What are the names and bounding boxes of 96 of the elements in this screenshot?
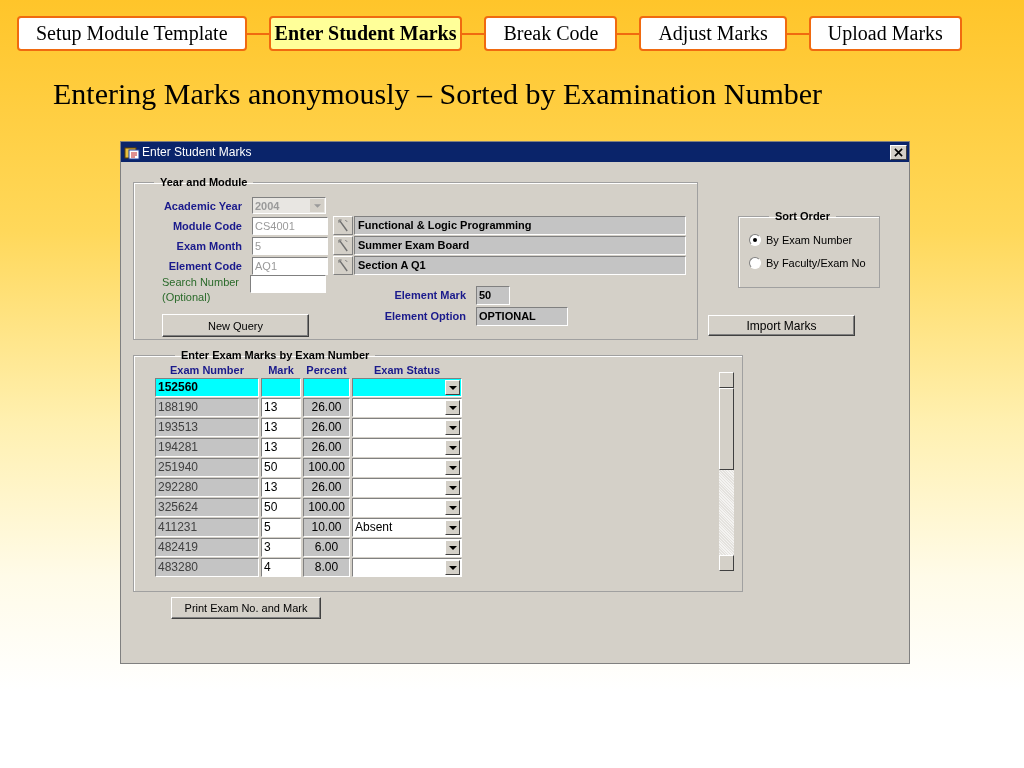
dropdown-arrow-icon	[448, 405, 457, 410]
exam-number-cell: 194281	[155, 438, 259, 457]
lookup-button[interactable]	[333, 216, 353, 235]
scrollbar[interactable]	[719, 372, 734, 571]
status-dropdown[interactable]: Absent	[352, 518, 462, 537]
percent-cell	[303, 378, 350, 397]
status-dropdown[interactable]	[352, 438, 462, 457]
dropdown-arrow-icon	[313, 203, 321, 208]
status-dropdown[interactable]	[352, 378, 462, 397]
field-label: Search Number	[162, 275, 241, 290]
field-label: Academic Year	[162, 199, 242, 212]
close-button[interactable]	[890, 144, 907, 160]
field-label: Element Mark	[393, 289, 466, 301]
mark-field[interactable]: 50	[261, 498, 301, 517]
description-field: Summer Exam Board	[354, 236, 686, 255]
slide-title: Entering Marks anonymously – Sorted by Examination Number	[53, 77, 824, 111]
status-dropdown[interactable]	[352, 538, 462, 557]
radio-button[interactable]	[749, 233, 761, 246]
mark-field[interactable]: 13	[261, 478, 301, 497]
column-header: Percent	[305, 364, 348, 376]
field-label: Module Code	[171, 219, 242, 232]
close-icon	[894, 147, 903, 157]
radio-button[interactable]	[749, 256, 761, 269]
exam-number-cell: 483280	[155, 558, 259, 577]
group-title: Sort Order	[774, 210, 831, 222]
element-option-field: OPTIONAL	[476, 306, 568, 326]
dropdown-arrow-icon	[448, 445, 457, 450]
percent-cell: 100.00	[303, 498, 350, 517]
search-number-field[interactable]	[250, 275, 326, 293]
step-tab[interactable]: Adjust Marks	[639, 16, 787, 51]
field-label: Exam Month	[175, 239, 242, 252]
step-tab[interactable]: Break Code	[484, 16, 618, 51]
exam-number-cell: 251940	[155, 458, 259, 477]
dropdown-arrow-icon	[448, 465, 457, 470]
wand-icon	[337, 259, 349, 272]
percent-cell: 26.00	[303, 418, 350, 437]
window-title: Enter Student Marks	[142, 145, 253, 159]
exam-number-cell: 188190	[155, 398, 259, 417]
step-tab[interactable]: Upload Marks	[808, 16, 962, 51]
lookup-button[interactable]	[333, 236, 353, 255]
exam-number-cell: 411231	[155, 518, 259, 537]
dropdown-arrow-icon	[448, 525, 457, 530]
dropdown-arrow-icon	[448, 505, 457, 510]
radio-label: By Exam Number	[766, 233, 853, 246]
status-dropdown[interactable]	[352, 458, 462, 477]
description-field: Section A Q1	[354, 256, 686, 275]
percent-cell: 26.00	[303, 398, 350, 417]
element-mark-field: 50	[476, 285, 510, 305]
step-tab[interactable]: Setup Module Template	[17, 16, 247, 51]
exam-number-cell: 193513	[155, 418, 259, 437]
dropdown-arrow-icon	[448, 425, 457, 430]
dropdown-arrow-icon	[448, 565, 457, 570]
group-title: Enter Exam Marks by Exam Number	[180, 349, 371, 361]
mark-field[interactable]	[261, 378, 301, 397]
field-label: Element Code	[167, 259, 242, 272]
percent-cell: 26.00	[303, 478, 350, 497]
new-query-button[interactable]: New Query	[162, 314, 309, 337]
step-tab[interactable]: Enter Student Marks	[268, 16, 463, 51]
mark-field[interactable]: 4	[261, 558, 301, 577]
percent-cell: 10.00	[303, 518, 350, 537]
exam-number-cell: 152560	[155, 378, 259, 397]
percent-cell: 6.00	[303, 538, 350, 557]
dropdown-arrow-icon	[448, 385, 457, 390]
percent-cell: 8.00	[303, 558, 350, 577]
group-title: Year and Module	[159, 176, 249, 188]
field-hint: (Optional)	[162, 290, 212, 305]
print-button[interactable]: Print Exam No. and Mark	[171, 597, 321, 619]
column-header: Mark	[267, 364, 295, 376]
status-dropdown[interactable]	[352, 558, 462, 577]
exam-number-cell: 325624	[155, 498, 259, 517]
field-label: Element Option	[383, 310, 466, 322]
status-dropdown[interactable]	[352, 398, 462, 417]
description-field: Functional & Logic Programming	[354, 216, 686, 235]
dropdown-arrow-icon	[448, 485, 457, 490]
app-icon	[124, 144, 140, 160]
exam-number-cell: 292280	[155, 478, 259, 497]
wand-icon	[337, 239, 349, 252]
radio-label: By Faculty/Exam No	[766, 256, 866, 269]
column-header: Exam Status	[373, 364, 441, 376]
mark-field[interactable]: 13	[261, 398, 301, 417]
mark-field[interactable]: 3	[261, 538, 301, 557]
status-dropdown[interactable]	[352, 498, 462, 517]
mark-field[interactable]: 5	[261, 518, 301, 537]
column-header: Exam Number	[169, 364, 245, 376]
dropdown-arrow-icon	[448, 545, 457, 550]
mark-field[interactable]: 13	[261, 418, 301, 437]
wand-icon	[337, 219, 349, 232]
status-dropdown[interactable]	[352, 478, 462, 497]
import-marks-button[interactable]: Import Marks	[708, 315, 855, 336]
exam-number-cell: 482419	[155, 538, 259, 557]
percent-cell: 26.00	[303, 438, 350, 457]
lookup-button[interactable]	[333, 256, 353, 275]
mark-field[interactable]: 13	[261, 438, 301, 457]
percent-cell: 100.00	[303, 458, 350, 477]
status-dropdown[interactable]	[352, 418, 462, 437]
mark-field[interactable]: 50	[261, 458, 301, 477]
